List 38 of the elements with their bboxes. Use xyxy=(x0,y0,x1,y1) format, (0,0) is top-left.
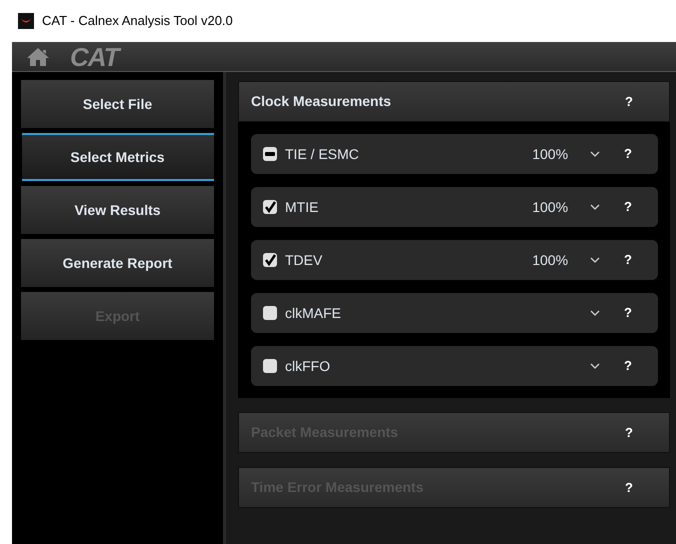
section-header[interactable]: Clock Measurements ? xyxy=(238,81,670,122)
chevron-down-icon[interactable] xyxy=(590,363,600,369)
help-icon[interactable]: ? xyxy=(624,356,632,376)
percent-value: 100% xyxy=(532,250,568,270)
checkbox[interactable] xyxy=(263,253,277,267)
help-icon[interactable]: ? xyxy=(624,144,632,164)
app-logo: CAT xyxy=(70,44,119,70)
help-icon[interactable]: ? xyxy=(625,92,633,112)
chevron-down-icon[interactable] xyxy=(590,310,600,316)
metric-name: MTIE xyxy=(285,198,318,216)
chevron-down-icon[interactable] xyxy=(590,151,600,157)
metric-name: TIE / ESMC xyxy=(285,144,359,164)
app-icon xyxy=(18,13,34,29)
metric-row[interactable]: clkMAFE ? xyxy=(251,293,658,333)
nav-button[interactable]: View Results xyxy=(21,186,214,234)
nav-button[interactable]: Select Metrics xyxy=(22,133,214,181)
metric-row[interactable]: MTIE 100% ? xyxy=(251,187,658,227)
nav-button[interactable]: Generate Report xyxy=(21,239,214,287)
metric-name: clkMAFE xyxy=(285,304,341,322)
chevron-down-icon[interactable] xyxy=(590,257,600,263)
metric-row[interactable]: TDEV 100% ? xyxy=(251,240,658,280)
help-icon[interactable]: ? xyxy=(624,250,632,270)
checkbox[interactable] xyxy=(263,200,277,214)
metric-row[interactable]: TIE / ESMC 100% ? xyxy=(251,134,658,174)
checkbox[interactable] xyxy=(263,359,277,373)
checkbox[interactable] xyxy=(263,306,277,320)
window-title: CAT - Calnex Analysis Tool v20.0 xyxy=(42,12,233,30)
checkbox[interactable] xyxy=(263,147,277,161)
metric-row[interactable]: clkFFO ? xyxy=(251,346,658,386)
chevron-down-icon[interactable] xyxy=(590,204,600,210)
nav-button[interactable]: Select File xyxy=(21,80,214,128)
metric-name: TDEV xyxy=(285,250,322,270)
metric-name: clkFFO xyxy=(285,356,330,376)
percent-value: 100% xyxy=(532,144,568,164)
help-icon[interactable]: ? xyxy=(624,303,632,323)
home-icon[interactable] xyxy=(26,46,50,66)
percent-value: 100% xyxy=(532,198,568,216)
help-icon[interactable]: ? xyxy=(624,197,632,217)
